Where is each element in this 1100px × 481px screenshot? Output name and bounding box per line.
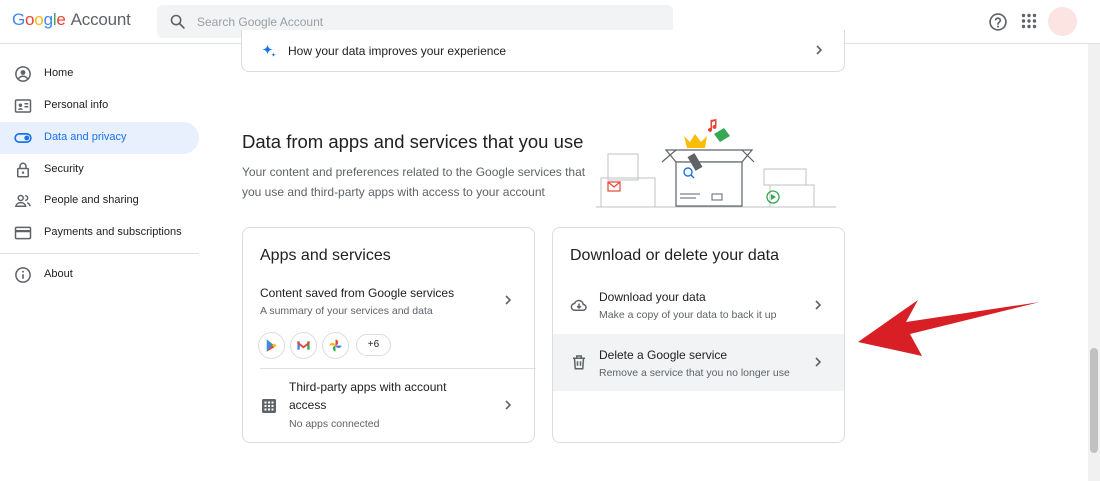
sidebar-item-label: Personal info: [44, 99, 109, 111]
sidebar-item-label: Data and privacy: [44, 131, 127, 143]
apps-grid-icon: [262, 399, 276, 413]
logo-account-text: Account: [70, 10, 131, 29]
sidebar-item-label: Security: [44, 163, 84, 175]
row-subtitle: Remove a service that you no longer use: [599, 367, 790, 379]
google-photos-service-icon[interactable]: [322, 332, 349, 359]
card-title: Apps and services: [260, 247, 391, 264]
credit-card-icon: [14, 226, 32, 240]
gmail-service-icon[interactable]: [290, 332, 317, 359]
row-title-line2: access: [289, 398, 327, 412]
card-title: Download or delete your data: [570, 247, 780, 264]
sidebar-item-label: Payments and subscriptions: [44, 226, 182, 238]
download-or-delete-card: Download or delete your data Download yo…: [552, 227, 845, 443]
id-card-icon: [14, 99, 32, 113]
sidebar-item-data-and-privacy[interactable]: Data and privacy: [0, 122, 199, 154]
sidebar-divider: [0, 253, 199, 254]
row-title: Delete a Google service: [599, 348, 728, 362]
row-subtitle: No apps connected: [289, 418, 380, 430]
more-services-chip[interactable]: +6: [356, 334, 391, 356]
row-subtitle: A summary of your services and data: [260, 305, 433, 317]
logo-letter: e: [56, 10, 66, 29]
sidebar-item-security[interactable]: Security: [0, 154, 199, 186]
people-icon: [14, 194, 31, 207]
chevron-right-icon: [815, 357, 822, 367]
apps-and-services-card: Apps and services Content saved from Goo…: [242, 227, 536, 443]
help-icon[interactable]: [988, 12, 1008, 32]
row-title: Content saved from Google services: [260, 286, 455, 300]
row-title-line1: Third-party apps with account: [289, 380, 447, 394]
cloud-download-icon: [570, 299, 587, 311]
chevron-right-icon: [505, 295, 512, 305]
sidebar-item-label: About: [44, 268, 73, 280]
google-account-logo[interactable]: Google Account: [12, 10, 131, 30]
annotation-arrow: [858, 300, 1040, 356]
apps-grid-icon[interactable]: [1021, 13, 1037, 29]
row-label: How your data improves your experience: [288, 44, 507, 58]
lock-icon: [17, 162, 29, 178]
sidebar-item-about[interactable]: About: [0, 259, 199, 291]
logo-letter: o: [34, 10, 44, 29]
delete-service-row[interactable]: Delete a Google service Remove a service…: [553, 334, 844, 391]
sparkle-icon: [262, 44, 276, 57]
account-circle-icon: [15, 66, 31, 82]
logo-letter: g: [43, 10, 53, 29]
sidebar-item-home[interactable]: Home: [0, 58, 199, 90]
logo-letter: o: [25, 10, 35, 29]
info-icon: [15, 267, 31, 283]
scrollbar-thumb[interactable]: [1090, 348, 1098, 453]
row-title: Download your data: [599, 290, 706, 304]
third-party-apps-row[interactable]: Third-party apps with account access No …: [243, 369, 536, 441]
chevron-right-icon: [505, 400, 512, 410]
content-saved-row[interactable]: Content saved from Google services A sum…: [243, 278, 536, 368]
apps-services-illustration: [596, 119, 836, 208]
chevron-right-icon: [815, 300, 822, 310]
trash-icon: [573, 355, 585, 370]
toggle-icon: [14, 133, 32, 143]
search-icon[interactable]: [169, 13, 186, 30]
download-data-row[interactable]: Download your data Make a copy of your d…: [553, 278, 844, 334]
data-improves-experience-row[interactable]: How your data improves your experience: [241, 30, 845, 72]
avatar[interactable]: [1048, 7, 1077, 36]
google-play-service-icon[interactable]: [258, 332, 285, 359]
section-title: Data from apps and services that you use: [242, 131, 584, 152]
sidebar-item-label: Home: [44, 67, 74, 79]
section-description: Your content and preferences related to …: [242, 165, 586, 199]
sidebar-item-personal-info[interactable]: Personal info: [0, 90, 199, 122]
logo-letter: G: [12, 10, 26, 29]
row-subtitle: Make a copy of your data to back it up: [599, 309, 777, 321]
sidebar-item-label: People and sharing: [44, 194, 139, 206]
chevron-right-icon: [816, 45, 823, 55]
sidebar-item-payments-and-subscriptions[interactable]: Payments and subscriptions: [0, 217, 199, 249]
sidebar-item-people-and-sharing[interactable]: People and sharing: [0, 185, 199, 217]
